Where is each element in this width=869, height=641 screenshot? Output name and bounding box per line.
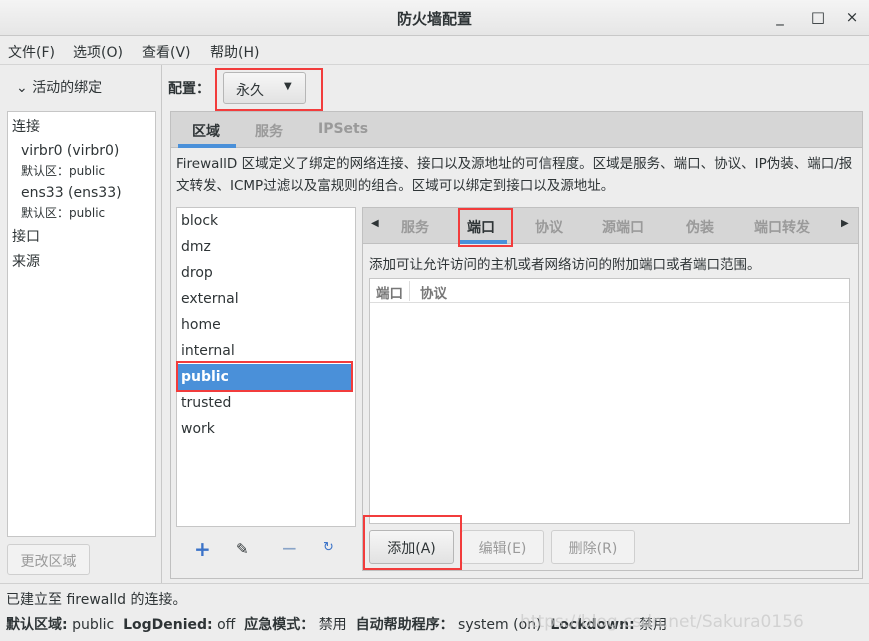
zone-item[interactable]: work xyxy=(177,416,353,442)
tab-zones[interactable]: 区域 xyxy=(192,121,220,141)
close-button[interactable]: × xyxy=(842,8,862,26)
menu-bar: 文件(F) 选项(O) 查看(V) 帮助(H) xyxy=(0,36,869,65)
tab-ipsets[interactable]: IPSets xyxy=(318,121,368,137)
highlight-box xyxy=(458,208,513,247)
zone-description: FirewallD 区域定义了绑定的网络连接、接口以及源地址的可信程度。区域是服… xyxy=(176,156,853,194)
zone-item[interactable]: drop xyxy=(177,260,353,286)
zone-item[interactable]: trusted xyxy=(177,390,353,416)
bindings-list: 连接 virbr0 (virbr0) 默认区：public ens33 (ens… xyxy=(7,111,156,537)
reload-zone-icon[interactable]: ↻ xyxy=(323,540,334,555)
minimize-button[interactable]: _ xyxy=(770,8,790,26)
zone-item[interactable]: external xyxy=(177,286,353,312)
config-dropdown[interactable]: 永久 ▼ xyxy=(223,72,306,104)
edit-zone-icon[interactable]: ✎ xyxy=(236,540,249,558)
chevron-down-icon: ⌄ xyxy=(16,80,28,96)
zone-item[interactable]: home xyxy=(177,312,353,338)
remove-port-button[interactable]: 删除(R) xyxy=(551,530,635,564)
zone-item[interactable]: block xyxy=(177,208,353,234)
column-protocol[interactable]: 协议 xyxy=(420,282,447,302)
connection-name[interactable]: virbr0 (virbr0) xyxy=(21,143,119,159)
window-title: 防火墙配置 xyxy=(396,10,472,28)
remove-zone-icon[interactable]: − xyxy=(281,536,298,560)
tab-zone-masquerade[interactable]: 伪装 xyxy=(686,217,714,237)
main-notebook: 区域 服务 IPSets FirewallD 区域定义了绑定的网络连接、接口以及… xyxy=(170,111,863,579)
connection-zone: 默认区：public xyxy=(21,206,106,220)
connection-name[interactable]: ens33 (ens33) xyxy=(21,185,122,201)
zone-item[interactable]: dmz xyxy=(177,234,353,260)
active-bindings-header[interactable]: ⌄ 活动的绑定 xyxy=(16,77,102,97)
active-bindings-label: 活动的绑定 xyxy=(32,80,103,96)
status-bar: 已建立至 firewalld 的连接。 默认区域: public LogDeni… xyxy=(0,583,869,641)
sources-section[interactable]: 来源 xyxy=(12,251,40,271)
dropdown-arrow-icon: ▼ xyxy=(284,81,292,92)
config-label: 配置： xyxy=(168,81,210,97)
ports-table-header: 端口 协议 xyxy=(370,279,849,303)
highlight-box xyxy=(363,515,462,570)
menu-file[interactable]: 文件(F) xyxy=(8,42,55,62)
ports-description: 添加可让允许访问的主机或者网络访问的附加端口或者端口范围。 xyxy=(369,257,761,273)
add-zone-icon[interactable]: + xyxy=(194,537,211,561)
menu-help[interactable]: 帮助(H) xyxy=(210,42,259,62)
ports-table[interactable]: 端口 协议 xyxy=(369,278,850,524)
tab-zone-protocols[interactable]: 协议 xyxy=(535,217,563,237)
connection-zone: 默认区：public xyxy=(21,164,106,178)
scroll-left-icon[interactable]: ◀ xyxy=(371,218,379,229)
connection-status: 已建立至 firewalld 的连接。 xyxy=(6,592,187,608)
highlight-box xyxy=(176,361,353,392)
scroll-right-icon[interactable]: ▶ xyxy=(841,218,849,229)
connections-section[interactable]: 连接 xyxy=(12,116,40,136)
tab-zone-source-ports[interactable]: 源端口 xyxy=(602,217,644,237)
change-zone-button[interactable]: 更改区域 xyxy=(7,544,90,575)
zone-tab-bar: ◀ 服务 端口 协议 源端口 伪装 端口转发 ▶ xyxy=(363,208,858,244)
main-tab-bar: 区域 服务 IPSets xyxy=(171,112,862,148)
tab-services[interactable]: 服务 xyxy=(255,121,283,141)
watermark: https://blog.csdn.net/Sakura0156 xyxy=(520,612,804,632)
active-tab-indicator xyxy=(178,144,236,148)
title-bar: 防火墙配置 _ □ × xyxy=(0,0,869,36)
tab-zone-port-forward[interactable]: 端口转发 xyxy=(754,217,810,237)
menu-options[interactable]: 选项(O) xyxy=(73,42,123,62)
menu-view[interactable]: 查看(V) xyxy=(142,42,191,62)
maximize-button[interactable]: □ xyxy=(808,8,828,26)
edit-port-button[interactable]: 编辑(E) xyxy=(461,530,544,564)
interfaces-section[interactable]: 接口 xyxy=(12,226,40,246)
column-port[interactable]: 端口 xyxy=(376,282,403,302)
tab-zone-services[interactable]: 服务 xyxy=(401,217,429,237)
active-bindings-pane: ⌄ 活动的绑定 连接 virbr0 (virbr0) 默认区：public en… xyxy=(0,65,162,583)
